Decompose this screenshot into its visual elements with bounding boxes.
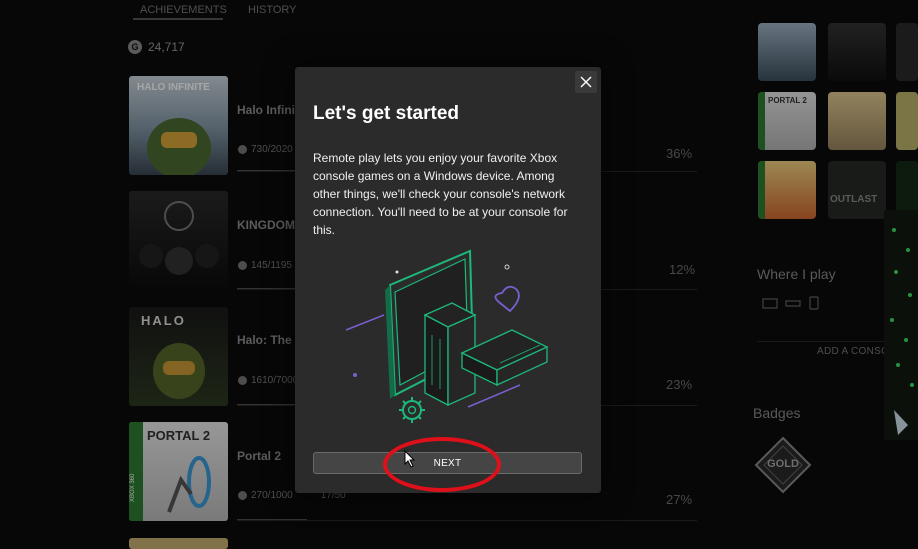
annotation-circle	[383, 437, 501, 492]
remote-play-dialog: Let's get started Remote play lets you e…	[295, 67, 601, 493]
mouse-cursor-icon	[404, 450, 416, 468]
dialog-title: Let's get started	[313, 103, 459, 124]
dialog-body-text: Remote play lets you enjoy your favorite…	[313, 151, 568, 237]
close-button[interactable]	[575, 71, 597, 93]
xbox-console-illustration	[345, 249, 549, 423]
close-icon	[580, 76, 592, 88]
